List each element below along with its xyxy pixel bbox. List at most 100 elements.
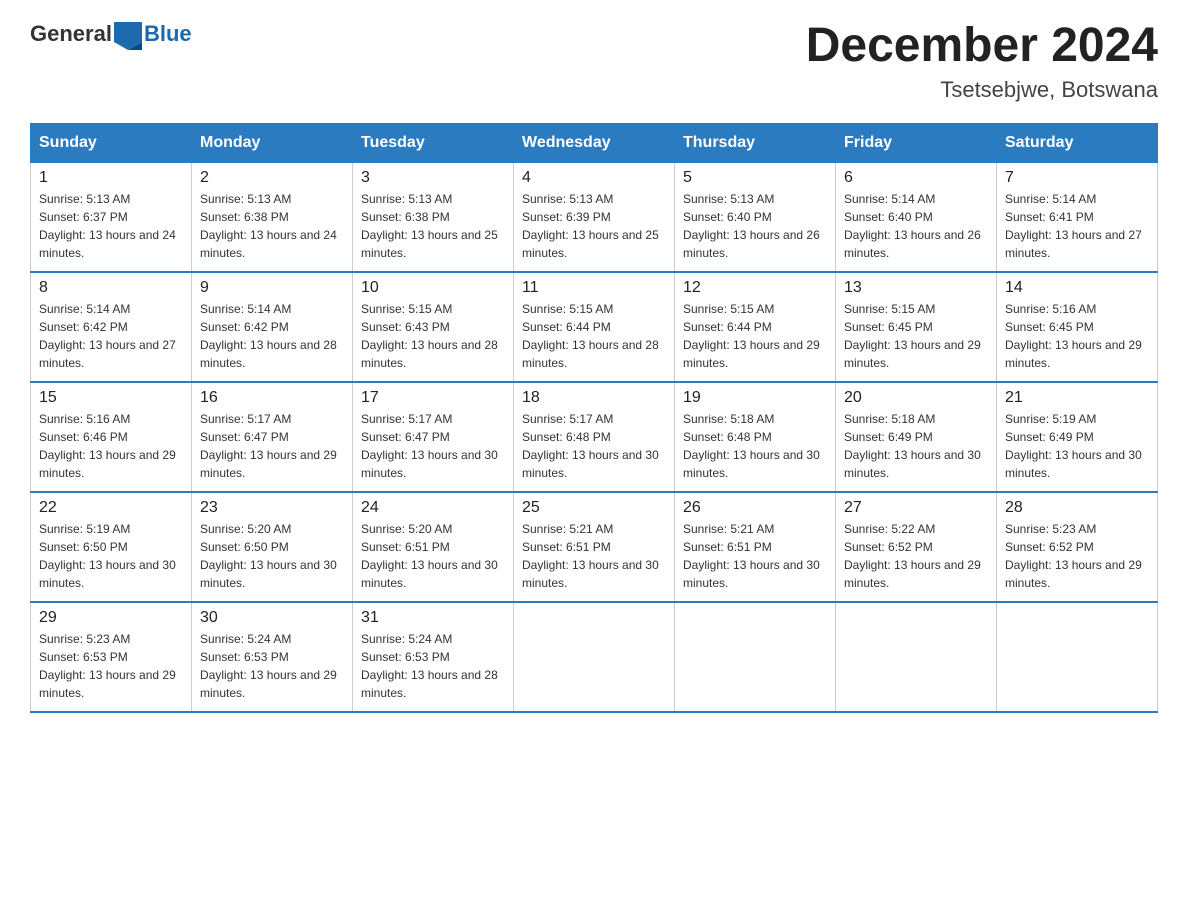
day-info: Sunrise: 5:21 AMSunset: 6:51 PMDaylight:…	[522, 522, 659, 590]
day-info: Sunrise: 5:14 AMSunset: 6:41 PMDaylight:…	[1005, 192, 1142, 260]
day-info: Sunrise: 5:15 AMSunset: 6:45 PMDaylight:…	[844, 302, 981, 370]
day-info: Sunrise: 5:16 AMSunset: 6:46 PMDaylight:…	[39, 412, 176, 480]
logo-text-blue: Blue	[144, 21, 192, 47]
logo-icon	[114, 22, 142, 50]
page-header: General Blue December 2024 Tsetsebjwe, B…	[30, 20, 1158, 103]
day-number: 6	[844, 169, 988, 187]
day-number: 13	[844, 279, 988, 297]
day-number: 27	[844, 499, 988, 517]
calendar-week-row: 15 Sunrise: 5:16 AMSunset: 6:46 PMDaylig…	[31, 382, 1158, 492]
calendar-cell: 26 Sunrise: 5:21 AMSunset: 6:51 PMDaylig…	[675, 492, 836, 602]
header-friday: Friday	[836, 123, 997, 162]
day-info: Sunrise: 5:13 AMSunset: 6:38 PMDaylight:…	[200, 192, 337, 260]
day-info: Sunrise: 5:14 AMSunset: 6:40 PMDaylight:…	[844, 192, 981, 260]
calendar-cell: 8 Sunrise: 5:14 AMSunset: 6:42 PMDayligh…	[31, 272, 192, 382]
calendar-cell: 1 Sunrise: 5:13 AMSunset: 6:37 PMDayligh…	[31, 162, 192, 272]
day-info: Sunrise: 5:23 AMSunset: 6:52 PMDaylight:…	[1005, 522, 1142, 590]
calendar-cell: 20 Sunrise: 5:18 AMSunset: 6:49 PMDaylig…	[836, 382, 997, 492]
day-number: 28	[1005, 499, 1149, 517]
calendar-cell: 6 Sunrise: 5:14 AMSunset: 6:40 PMDayligh…	[836, 162, 997, 272]
day-number: 7	[1005, 169, 1149, 187]
day-number: 18	[522, 389, 666, 407]
calendar-cell	[997, 602, 1158, 712]
day-info: Sunrise: 5:13 AMSunset: 6:38 PMDaylight:…	[361, 192, 498, 260]
calendar-cell: 28 Sunrise: 5:23 AMSunset: 6:52 PMDaylig…	[997, 492, 1158, 602]
day-info: Sunrise: 5:13 AMSunset: 6:39 PMDaylight:…	[522, 192, 659, 260]
header-thursday: Thursday	[675, 123, 836, 162]
day-info: Sunrise: 5:13 AMSunset: 6:40 PMDaylight:…	[683, 192, 820, 260]
calendar-cell: 23 Sunrise: 5:20 AMSunset: 6:50 PMDaylig…	[192, 492, 353, 602]
calendar-week-row: 8 Sunrise: 5:14 AMSunset: 6:42 PMDayligh…	[31, 272, 1158, 382]
day-number: 26	[683, 499, 827, 517]
day-number: 20	[844, 389, 988, 407]
day-info: Sunrise: 5:16 AMSunset: 6:45 PMDaylight:…	[1005, 302, 1142, 370]
day-number: 19	[683, 389, 827, 407]
day-info: Sunrise: 5:17 AMSunset: 6:47 PMDaylight:…	[200, 412, 337, 480]
calendar-week-row: 29 Sunrise: 5:23 AMSunset: 6:53 PMDaylig…	[31, 602, 1158, 712]
day-info: Sunrise: 5:15 AMSunset: 6:44 PMDaylight:…	[683, 302, 820, 370]
day-info: Sunrise: 5:15 AMSunset: 6:43 PMDaylight:…	[361, 302, 498, 370]
calendar-subtitle: Tsetsebjwe, Botswana	[806, 77, 1158, 103]
calendar-cell: 16 Sunrise: 5:17 AMSunset: 6:47 PMDaylig…	[192, 382, 353, 492]
day-number: 21	[1005, 389, 1149, 407]
header-sunday: Sunday	[31, 123, 192, 162]
calendar-cell: 13 Sunrise: 5:15 AMSunset: 6:45 PMDaylig…	[836, 272, 997, 382]
calendar-cell: 15 Sunrise: 5:16 AMSunset: 6:46 PMDaylig…	[31, 382, 192, 492]
day-info: Sunrise: 5:14 AMSunset: 6:42 PMDaylight:…	[200, 302, 337, 370]
calendar-cell: 25 Sunrise: 5:21 AMSunset: 6:51 PMDaylig…	[514, 492, 675, 602]
day-info: Sunrise: 5:14 AMSunset: 6:42 PMDaylight:…	[39, 302, 176, 370]
header-saturday: Saturday	[997, 123, 1158, 162]
day-info: Sunrise: 5:13 AMSunset: 6:37 PMDaylight:…	[39, 192, 176, 260]
header-tuesday: Tuesday	[353, 123, 514, 162]
day-info: Sunrise: 5:15 AMSunset: 6:44 PMDaylight:…	[522, 302, 659, 370]
day-number: 24	[361, 499, 505, 517]
day-number: 16	[200, 389, 344, 407]
logo: General Blue	[30, 20, 192, 48]
calendar-cell: 3 Sunrise: 5:13 AMSunset: 6:38 PMDayligh…	[353, 162, 514, 272]
calendar-cell: 19 Sunrise: 5:18 AMSunset: 6:48 PMDaylig…	[675, 382, 836, 492]
day-number: 11	[522, 279, 666, 297]
day-number: 1	[39, 169, 183, 187]
logo-text-general: General	[30, 21, 112, 47]
day-info: Sunrise: 5:24 AMSunset: 6:53 PMDaylight:…	[200, 632, 337, 700]
calendar-cell: 7 Sunrise: 5:14 AMSunset: 6:41 PMDayligh…	[997, 162, 1158, 272]
day-number: 23	[200, 499, 344, 517]
calendar-cell: 31 Sunrise: 5:24 AMSunset: 6:53 PMDaylig…	[353, 602, 514, 712]
calendar-week-row: 22 Sunrise: 5:19 AMSunset: 6:50 PMDaylig…	[31, 492, 1158, 602]
calendar-table: SundayMondayTuesdayWednesdayThursdayFrid…	[30, 123, 1158, 714]
calendar-cell: 10 Sunrise: 5:15 AMSunset: 6:43 PMDaylig…	[353, 272, 514, 382]
header-monday: Monday	[192, 123, 353, 162]
calendar-cell	[836, 602, 997, 712]
day-info: Sunrise: 5:18 AMSunset: 6:48 PMDaylight:…	[683, 412, 820, 480]
calendar-cell: 29 Sunrise: 5:23 AMSunset: 6:53 PMDaylig…	[31, 602, 192, 712]
calendar-cell: 17 Sunrise: 5:17 AMSunset: 6:47 PMDaylig…	[353, 382, 514, 492]
day-number: 14	[1005, 279, 1149, 297]
day-info: Sunrise: 5:19 AMSunset: 6:49 PMDaylight:…	[1005, 412, 1142, 480]
day-number: 25	[522, 499, 666, 517]
calendar-cell: 30 Sunrise: 5:24 AMSunset: 6:53 PMDaylig…	[192, 602, 353, 712]
calendar-cell: 18 Sunrise: 5:17 AMSunset: 6:48 PMDaylig…	[514, 382, 675, 492]
calendar-cell: 27 Sunrise: 5:22 AMSunset: 6:52 PMDaylig…	[836, 492, 997, 602]
calendar-header-row: SundayMondayTuesdayWednesdayThursdayFrid…	[31, 123, 1158, 162]
calendar-cell: 11 Sunrise: 5:15 AMSunset: 6:44 PMDaylig…	[514, 272, 675, 382]
day-info: Sunrise: 5:19 AMSunset: 6:50 PMDaylight:…	[39, 522, 176, 590]
day-number: 22	[39, 499, 183, 517]
calendar-week-row: 1 Sunrise: 5:13 AMSunset: 6:37 PMDayligh…	[31, 162, 1158, 272]
title-section: December 2024 Tsetsebjwe, Botswana	[806, 20, 1158, 103]
day-info: Sunrise: 5:21 AMSunset: 6:51 PMDaylight:…	[683, 522, 820, 590]
day-info: Sunrise: 5:24 AMSunset: 6:53 PMDaylight:…	[361, 632, 498, 700]
calendar-cell: 5 Sunrise: 5:13 AMSunset: 6:40 PMDayligh…	[675, 162, 836, 272]
calendar-cell	[675, 602, 836, 712]
day-number: 30	[200, 609, 344, 627]
day-info: Sunrise: 5:20 AMSunset: 6:50 PMDaylight:…	[200, 522, 337, 590]
day-info: Sunrise: 5:17 AMSunset: 6:47 PMDaylight:…	[361, 412, 498, 480]
day-info: Sunrise: 5:22 AMSunset: 6:52 PMDaylight:…	[844, 522, 981, 590]
day-number: 29	[39, 609, 183, 627]
header-wednesday: Wednesday	[514, 123, 675, 162]
day-number: 31	[361, 609, 505, 627]
calendar-cell	[514, 602, 675, 712]
calendar-cell: 4 Sunrise: 5:13 AMSunset: 6:39 PMDayligh…	[514, 162, 675, 272]
calendar-cell: 9 Sunrise: 5:14 AMSunset: 6:42 PMDayligh…	[192, 272, 353, 382]
day-number: 3	[361, 169, 505, 187]
day-number: 5	[683, 169, 827, 187]
